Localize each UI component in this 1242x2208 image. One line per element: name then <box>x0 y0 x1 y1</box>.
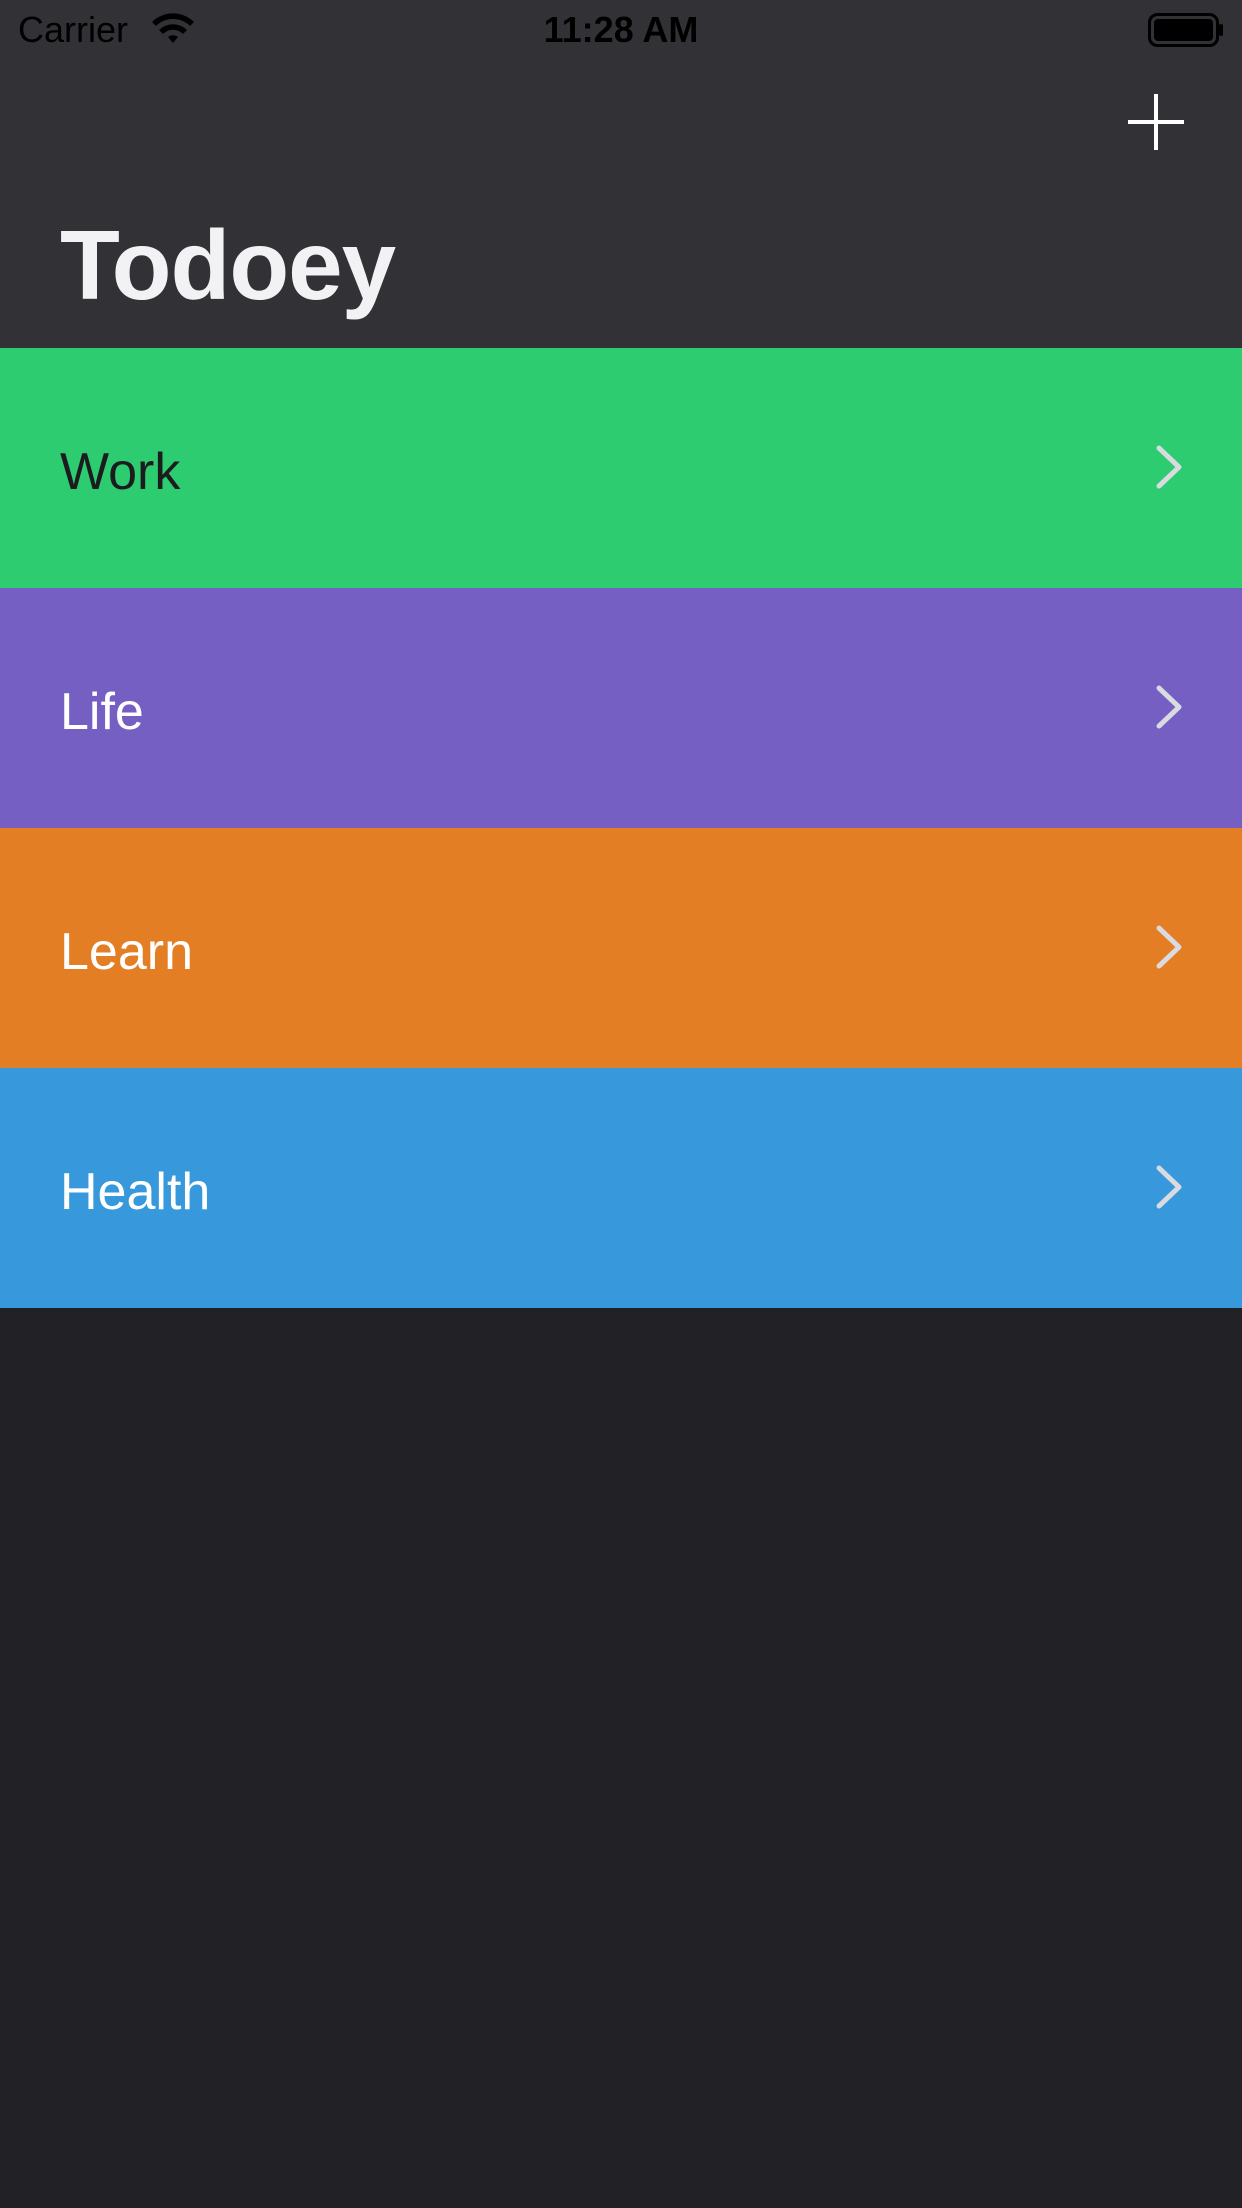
category-label: Health <box>60 1163 211 1221</box>
category-row-health[interactable]: Health <box>0 1068 1242 1308</box>
chevron-right-icon <box>1156 1165 1182 1209</box>
category-row-work[interactable]: Work <box>0 348 1242 588</box>
page-title: Todoey <box>60 210 396 320</box>
screen: Carrier 11:28 AM Todoey Work Life Learn … <box>0 0 1242 2208</box>
category-row-learn[interactable]: Learn <box>0 828 1242 1068</box>
category-label: Learn <box>60 923 193 981</box>
chevron-right-icon <box>1156 445 1182 489</box>
chevron-right-icon <box>1156 685 1182 729</box>
battery-icon <box>1148 13 1223 47</box>
chevron-right-icon <box>1156 925 1182 969</box>
category-label: Life <box>60 683 144 741</box>
status-bar: Carrier 11:28 AM <box>0 0 1242 60</box>
navigation-bar: Todoey <box>0 60 1242 348</box>
category-label: Work <box>60 443 181 501</box>
plus-icon <box>1128 94 1184 150</box>
category-row-life[interactable]: Life <box>0 588 1242 828</box>
category-list: Work Life Learn Health <box>0 348 1242 1308</box>
add-category-button[interactable] <box>1124 90 1188 154</box>
status-time: 11:28 AM <box>543 9 699 50</box>
